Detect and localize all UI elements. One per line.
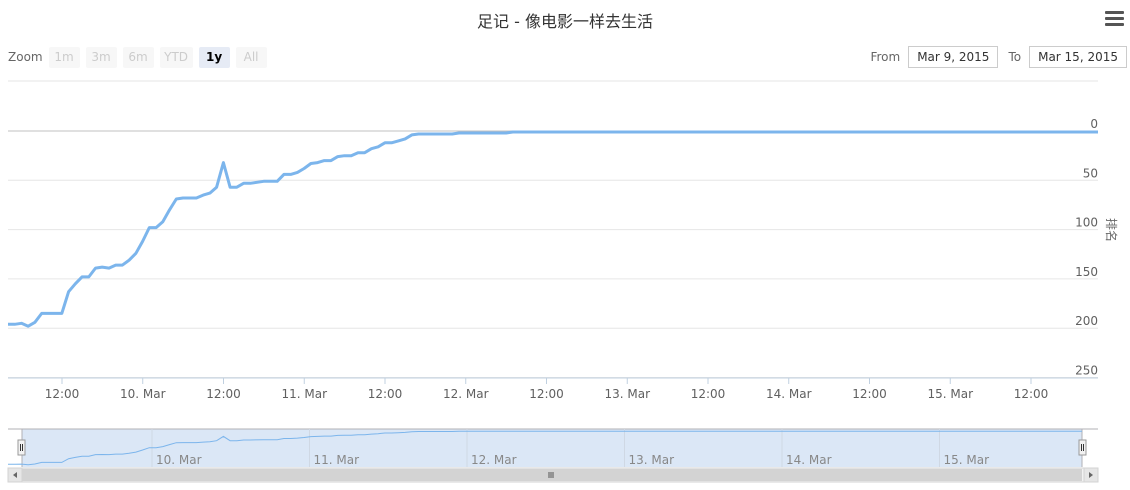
- y-tick-label: 100: [1075, 216, 1098, 230]
- y-axis: 0 50 100 150 200 250: [1075, 117, 1098, 378]
- navigator-tick-label: 12. Mar: [471, 453, 517, 467]
- x-tick-label: 12:00: [529, 387, 564, 401]
- x-tick-label: 12:00: [852, 387, 887, 401]
- x-tick-label: 10. Mar: [120, 387, 166, 401]
- navigator-tick-label: 15. Mar: [944, 453, 990, 467]
- scrollbar-thumb[interactable]: [22, 469, 1082, 481]
- chart-canvas: 0 50 100 150 200 250 排名 12:00 10. Mar 12:00 11. …: [7, 80, 1119, 483]
- y-tick-label: 250: [1075, 364, 1098, 378]
- navigator-left-handle[interactable]: [17, 439, 26, 456]
- navigator-tick-label: 14. Mar: [786, 453, 832, 467]
- y-tick-label: 0: [1090, 117, 1098, 131]
- x-tick-label: 11. Mar: [281, 387, 327, 401]
- navigator-tick-label: 11. Mar: [314, 453, 360, 467]
- y-tick-label: 200: [1075, 314, 1098, 328]
- x-tick-label: 12:00: [206, 387, 241, 401]
- x-tick-label: 12:00: [368, 387, 403, 401]
- x-tick-label: 12:00: [1014, 387, 1049, 401]
- navigator[interactable]: 10. Mar 11. Mar 12. Mar 13. Mar 14. Mar 15. M…: [8, 428, 1098, 467]
- scrollbar-right-arrow-icon[interactable]: [1083, 467, 1099, 483]
- x-tick-label: 15. Mar: [927, 387, 973, 401]
- y-tick-label: 150: [1075, 265, 1098, 279]
- x-tick-label: 13. Mar: [604, 387, 650, 401]
- x-tick-label: 12. Mar: [443, 387, 489, 401]
- x-tick-label: 12:00: [45, 387, 80, 401]
- scrollbar[interactable]: [7, 467, 1099, 483]
- navigator-tick-label: 13. Mar: [629, 453, 675, 467]
- x-tick-label: 14. Mar: [766, 387, 812, 401]
- navigator-tick-label: 10. Mar: [156, 453, 202, 467]
- navigator-right-handle[interactable]: [1078, 439, 1087, 456]
- y-tick-label: 50: [1083, 166, 1098, 180]
- x-tick-label: 12:00: [691, 387, 726, 401]
- scrollbar-left-arrow-icon[interactable]: [7, 467, 23, 483]
- y-axis-title: 排名: [1104, 218, 1119, 242]
- grid-lines: [8, 80, 1098, 378]
- x-axis: 12:00 10. Mar 12:00 11. Mar 12:00 12. Mar 12:0…: [8, 377, 1098, 401]
